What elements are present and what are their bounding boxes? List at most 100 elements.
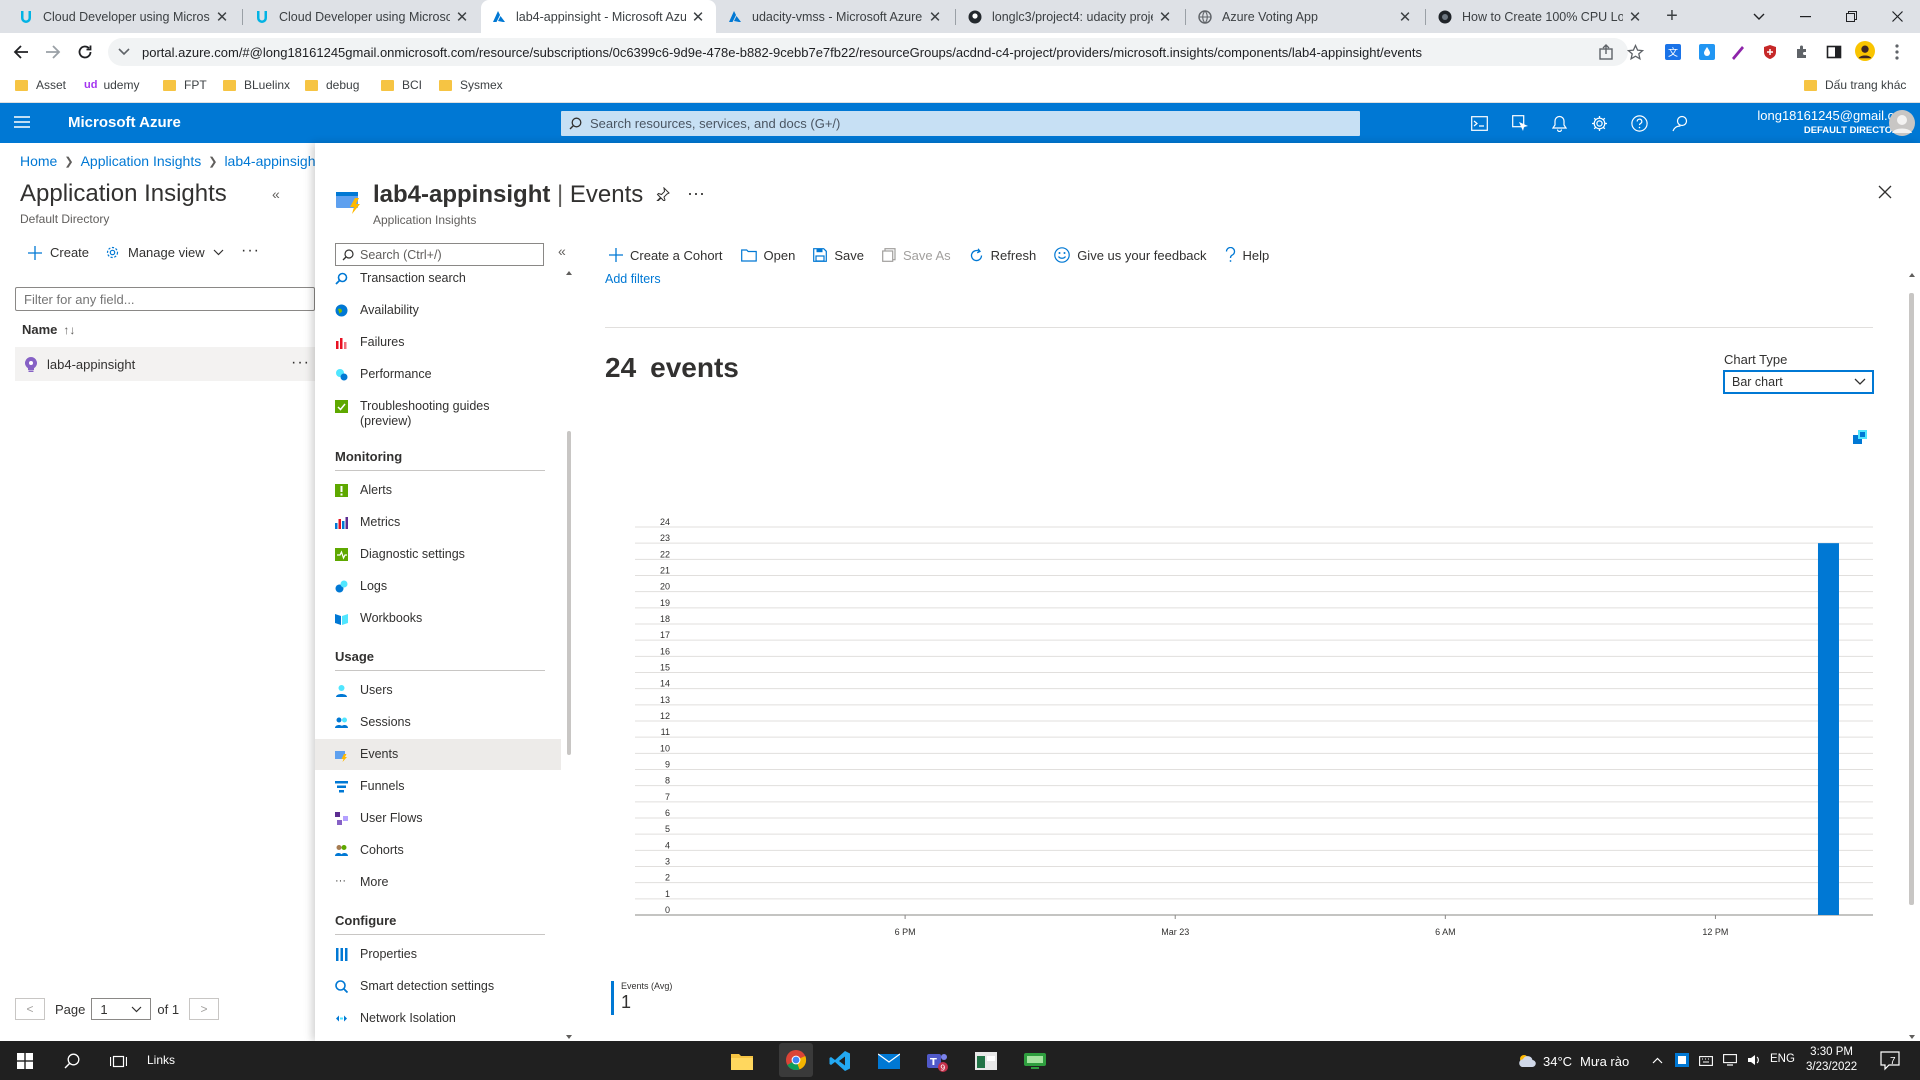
close-tab-icon[interactable]: ✕: [1627, 8, 1643, 26]
tray-app-icon[interactable]: [1675, 1053, 1689, 1067]
bookmark-bluelinx[interactable]: BLuelinx: [223, 78, 290, 92]
menu-search-input[interactable]: Search (Ctrl+/): [335, 243, 544, 266]
app-window-icon[interactable]: [973, 1048, 999, 1074]
menu-item-events[interactable]: Events: [315, 739, 561, 770]
pin-chart-icon[interactable]: [1853, 430, 1867, 444]
account-avatar[interactable]: [1889, 110, 1915, 136]
bookmark-asset[interactable]: Asset: [15, 78, 66, 92]
input-language[interactable]: ENG: [1770, 1053, 1795, 1065]
menu-item-metrics[interactable]: Metrics: [335, 515, 400, 530]
bookmark-udemy[interactable]: ud udemy: [84, 78, 139, 92]
menu-item-workbooks[interactable]: Workbooks: [335, 611, 422, 626]
share-icon[interactable]: [1598, 44, 1614, 60]
create-cohort-button[interactable]: Create a Cohort: [609, 248, 723, 263]
new-tab-button[interactable]: +: [1660, 4, 1684, 28]
browser-tab[interactable]: Cloud Developer using Microsof ✕: [244, 0, 480, 33]
menu-item-smart-detection[interactable]: Smart detection settings: [335, 979, 494, 994]
menu-item-diagnostic-settings[interactable]: Diagnostic settings: [335, 547, 465, 562]
pen-extension-icon[interactable]: [1728, 42, 1748, 62]
prev-page-button[interactable]: <: [15, 998, 45, 1020]
file-explorer-icon[interactable]: [729, 1048, 755, 1074]
menu-item-funnels[interactable]: Funnels: [335, 779, 404, 794]
menu-item-alerts[interactable]: Alerts: [335, 483, 392, 498]
menu-item-cohorts[interactable]: Cohorts: [335, 843, 404, 858]
site-info-icon[interactable]: [118, 47, 130, 57]
search-icon[interactable]: [59, 1048, 85, 1074]
breadcrumb-resource[interactable]: lab4-appinsight: [224, 153, 319, 169]
azure-brand[interactable]: Microsoft Azure: [68, 114, 181, 131]
refresh-button[interactable]: Refresh: [969, 248, 1036, 263]
feedback-icon[interactable]: [1670, 113, 1690, 133]
global-search-input[interactable]: Search resources, services, and docs (G+…: [561, 111, 1360, 136]
chart-type-dropdown[interactable]: Bar chart: [1723, 370, 1874, 394]
browser-tab[interactable]: How to Create 100% CPU Load ✕: [1427, 0, 1653, 33]
chart-bar[interactable]: [1817, 543, 1839, 915]
more-options-icon[interactable]: ···: [291, 354, 310, 372]
minimize-icon[interactable]: [1782, 0, 1828, 33]
name-column-header[interactable]: Name ↑↓: [22, 322, 75, 337]
restore-icon[interactable]: [1828, 0, 1874, 33]
vscode-icon[interactable]: [827, 1048, 853, 1074]
links-toolbar[interactable]: Links: [147, 1053, 175, 1067]
droplet-extension-icon[interactable]: [1697, 42, 1717, 62]
menu-item-properties[interactable]: Properties: [335, 947, 417, 962]
portal-menu-icon[interactable]: [14, 115, 30, 129]
browser-tab-active[interactable]: lab4-appinsight - Microsoft Azu ✕: [481, 0, 716, 33]
directories-icon[interactable]: [1510, 113, 1530, 133]
bookmark-fpt[interactable]: FPT: [163, 78, 207, 92]
chrome-icon[interactable]: [779, 1043, 813, 1077]
browser-tab[interactable]: Cloud Developer using Microsof ✕: [8, 0, 240, 33]
extensions-icon[interactable]: [1792, 42, 1812, 62]
menu-item-users[interactable]: Users: [335, 683, 393, 698]
close-window-icon[interactable]: [1874, 0, 1920, 33]
list-item[interactable]: lab4-appinsight ···: [15, 347, 315, 381]
network-icon[interactable]: [1723, 1054, 1737, 1066]
shield-extension-icon[interactable]: [1760, 42, 1780, 62]
feedback-button[interactable]: Give us your feedback: [1054, 247, 1207, 263]
menu-scrollbar[interactable]: [563, 269, 575, 1041]
side-panel-icon[interactable]: [1824, 42, 1844, 62]
back-icon[interactable]: [9, 40, 33, 64]
bookmark-sysmex[interactable]: Sysmex: [439, 78, 503, 92]
close-icon[interactable]: [1878, 185, 1892, 199]
profile-avatar[interactable]: [1855, 41, 1875, 61]
page-select[interactable]: 1: [91, 998, 152, 1020]
breadcrumb-home[interactable]: Home: [20, 153, 57, 169]
menu-item-performance[interactable]: Performance: [335, 367, 432, 382]
chrome-menu-icon[interactable]: [1887, 42, 1907, 62]
menu-item-more[interactable]: ··· More: [335, 875, 388, 890]
help-button[interactable]: Help: [1225, 247, 1269, 263]
account-menu[interactable]: long18161245@gmail.c... DEFAULT DIRECTOR…: [1700, 108, 1905, 136]
forward-icon[interactable]: [41, 40, 65, 64]
save-as-button[interactable]: Save As: [882, 248, 951, 263]
bookmark-debug[interactable]: debug: [305, 78, 359, 92]
browser-tab[interactable]: udacity-vmss - Microsoft Azure ✕: [717, 0, 953, 33]
menu-item-sessions[interactable]: Sessions: [335, 715, 411, 730]
bookmark-star-icon[interactable]: [1625, 42, 1645, 62]
windows-start-icon[interactable]: [12, 1048, 38, 1074]
breadcrumb-application-insights[interactable]: Application Insights: [81, 153, 202, 169]
close-tab-icon[interactable]: ✕: [1397, 8, 1413, 26]
filter-input[interactable]: [15, 287, 315, 311]
notifications-icon[interactable]: [1549, 113, 1569, 133]
menu-item-network-isolation[interactable]: Network Isolation: [335, 1011, 456, 1026]
create-button[interactable]: Create: [28, 245, 89, 260]
close-tab-icon[interactable]: ✕: [214, 8, 230, 26]
close-tab-icon[interactable]: ✕: [690, 8, 706, 26]
cloud-shell-icon[interactable]: [1469, 113, 1489, 133]
keyboard-icon[interactable]: [1699, 1054, 1713, 1066]
close-tab-icon[interactable]: ✕: [927, 8, 943, 26]
browser-tab[interactable]: longlc3/project4: udacity projec ✕: [957, 0, 1183, 33]
weather-widget[interactable]: 34°C Mưa rào: [1517, 1053, 1629, 1069]
collapse-menu-icon[interactable]: «: [558, 243, 566, 259]
manage-view-button[interactable]: Manage view: [105, 245, 224, 260]
remote-app-icon[interactable]: [1022, 1048, 1048, 1074]
translate-extension-icon[interactable]: 文: [1663, 42, 1683, 62]
menu-item-user-flows[interactable]: User Flows: [335, 811, 423, 826]
bookmark-bci[interactable]: BCI: [381, 78, 422, 92]
more-options-icon[interactable]: ···: [241, 242, 260, 260]
menu-item-logs[interactable]: Logs: [335, 579, 387, 594]
volume-icon[interactable]: [1747, 1054, 1761, 1066]
help-icon[interactable]: [1629, 113, 1649, 133]
browser-tab[interactable]: Azure Voting App ✕: [1187, 0, 1423, 33]
